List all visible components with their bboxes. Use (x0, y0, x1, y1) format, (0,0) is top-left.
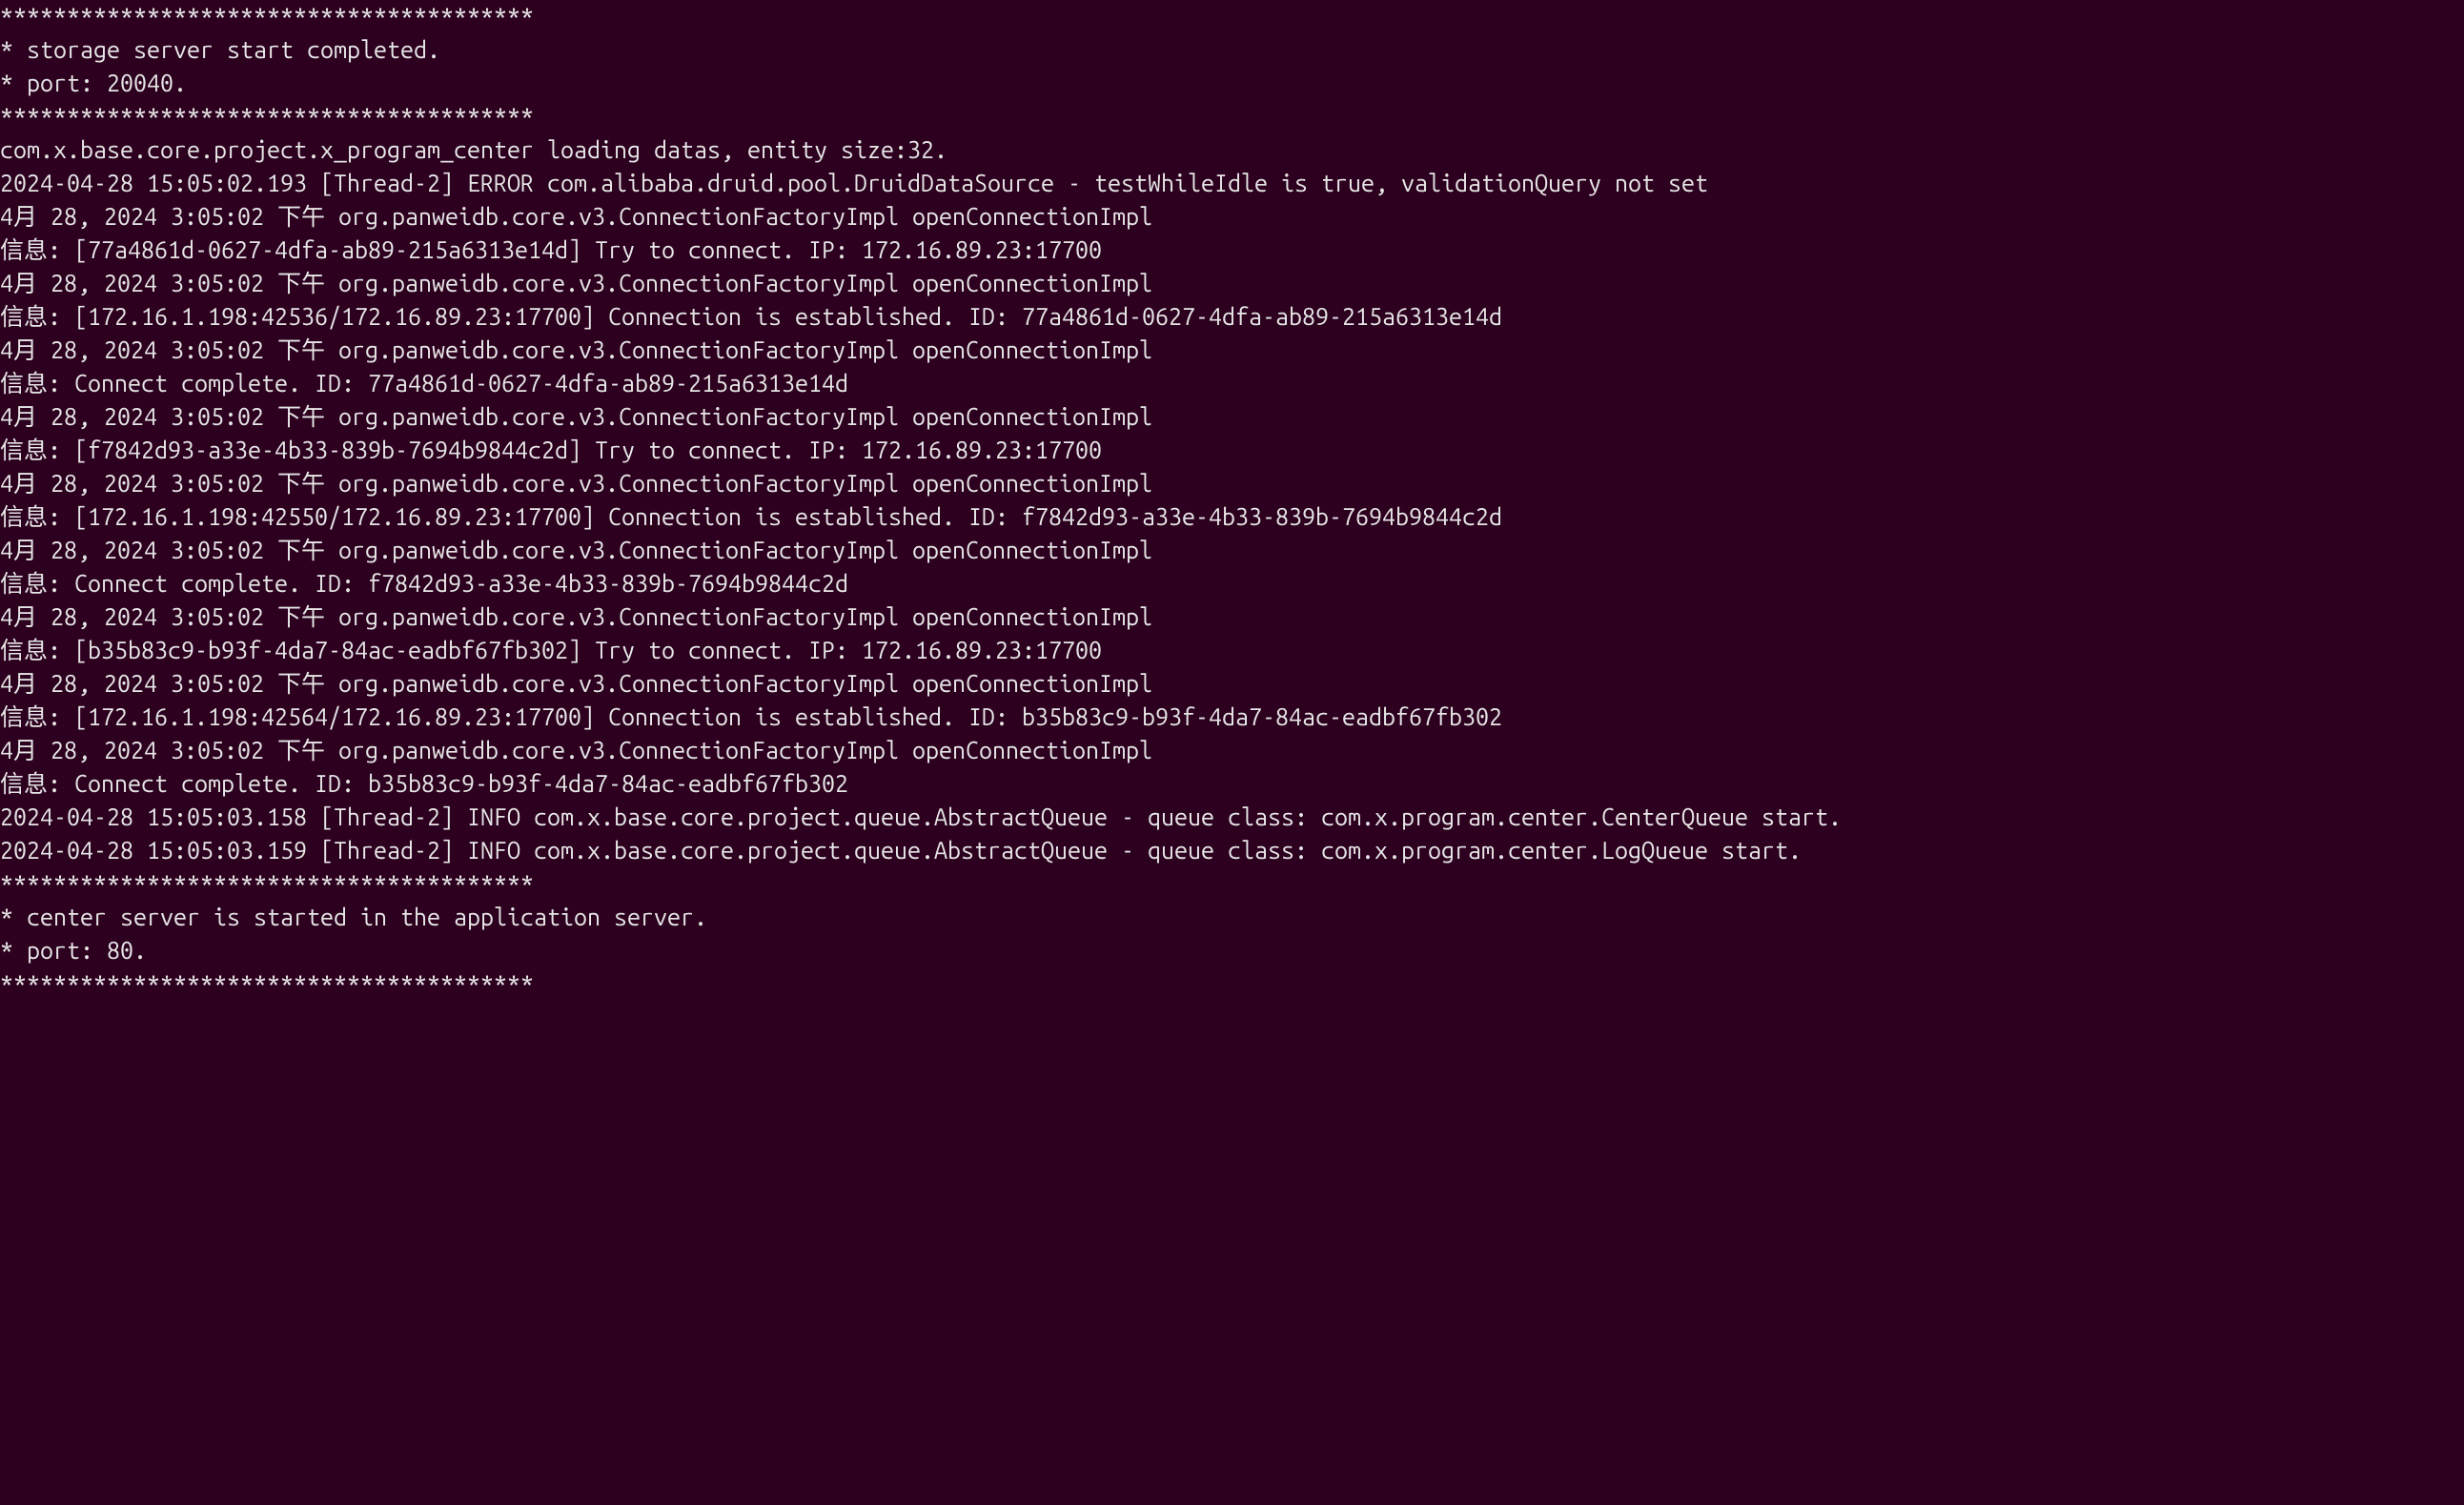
log-line: 4月 28, 2024 3:05:02 下午 org.panweidb.core… (0, 600, 2464, 634)
log-line: 4月 28, 2024 3:05:02 下午 org.panweidb.core… (0, 334, 2464, 367)
log-line: 4月 28, 2024 3:05:02 下午 org.panweidb.core… (0, 467, 2464, 500)
log-line: 信息: [b35b83c9-b93f-4da7-84ac-eadbf67fb30… (0, 634, 2464, 667)
log-line: 信息: [f7842d93-a33e-4b33-839b-7694b9844c2… (0, 434, 2464, 467)
log-line: * center server is started in the applic… (0, 901, 2464, 934)
log-line: 4月 28, 2024 3:05:02 下午 org.panweidb.core… (0, 734, 2464, 767)
log-line: com.x.base.core.project.x_program_center… (0, 133, 2464, 167)
terminal-output[interactable]: ****************************************… (0, 0, 2464, 1001)
log-line: * port: 80. (0, 934, 2464, 967)
log-line: 2024-04-28 15:05:03.158 [Thread-2] INFO … (0, 801, 2464, 834)
log-line: **************************************** (0, 967, 2464, 1001)
log-line: 信息: [172.16.1.198:42550/172.16.89.23:177… (0, 500, 2464, 534)
log-line: 信息: [172.16.1.198:42536/172.16.89.23:177… (0, 300, 2464, 334)
log-line: 2024-04-28 15:05:03.159 [Thread-2] INFO … (0, 834, 2464, 867)
log-line: 信息: Connect complete. ID: b35b83c9-b93f-… (0, 767, 2464, 801)
log-line: **************************************** (0, 867, 2464, 901)
log-line: 4月 28, 2024 3:05:02 下午 org.panweidb.core… (0, 667, 2464, 701)
log-line: 信息: Connect complete. ID: f7842d93-a33e-… (0, 567, 2464, 600)
log-line: 4月 28, 2024 3:05:02 下午 org.panweidb.core… (0, 200, 2464, 234)
log-line: **************************************** (0, 100, 2464, 133)
log-line: 4月 28, 2024 3:05:02 下午 org.panweidb.core… (0, 400, 2464, 434)
log-line: 4月 28, 2024 3:05:02 下午 org.panweidb.core… (0, 267, 2464, 300)
log-line: 2024-04-28 15:05:02.193 [Thread-2] ERROR… (0, 167, 2464, 200)
log-line: 信息: Connect complete. ID: 77a4861d-0627-… (0, 367, 2464, 400)
log-line: 4月 28, 2024 3:05:02 下午 org.panweidb.core… (0, 534, 2464, 567)
log-line: 信息: [172.16.1.198:42564/172.16.89.23:177… (0, 701, 2464, 734)
log-line: * storage server start completed. (0, 33, 2464, 67)
log-line: **************************************** (0, 0, 2464, 33)
log-line: 信息: [77a4861d-0627-4dfa-ab89-215a6313e14… (0, 234, 2464, 267)
log-line: * port: 20040. (0, 67, 2464, 100)
